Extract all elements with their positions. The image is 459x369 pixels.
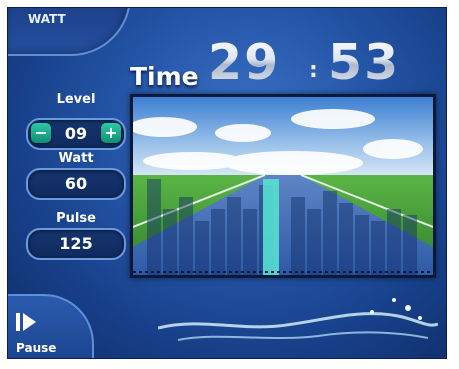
- pulse-label: Pulse: [56, 211, 96, 226]
- level-label: Level: [56, 92, 96, 107]
- pause-button[interactable]: Pause: [8, 294, 94, 358]
- timer-seconds: 53: [328, 34, 401, 91]
- level-control: − 09 +: [26, 118, 126, 150]
- watt-label: Watt: [58, 151, 94, 166]
- pause-label: Pause: [16, 341, 57, 355]
- workout-screen: WATT Time 29 : 53 Level − 09 + Watt 60 P…: [7, 7, 447, 359]
- level-value: 09: [64, 124, 88, 143]
- timer-minutes: 29: [208, 34, 281, 91]
- course-view: [130, 94, 436, 278]
- pulse-value: 125: [26, 228, 126, 260]
- road-scene: [133, 97, 433, 275]
- level-increase-button[interactable]: +: [101, 123, 121, 143]
- level-decrease-button[interactable]: −: [31, 123, 51, 143]
- current-position-marker: [263, 179, 279, 275]
- mode-tab[interactable]: WATT: [8, 8, 131, 56]
- time-label: Time: [130, 62, 199, 91]
- watt-value: 60: [26, 168, 126, 200]
- water-splash: [158, 298, 438, 341]
- timer-separator: :: [309, 58, 318, 83]
- play-pause-icon: [16, 313, 36, 331]
- mode-label: WATT: [28, 12, 66, 26]
